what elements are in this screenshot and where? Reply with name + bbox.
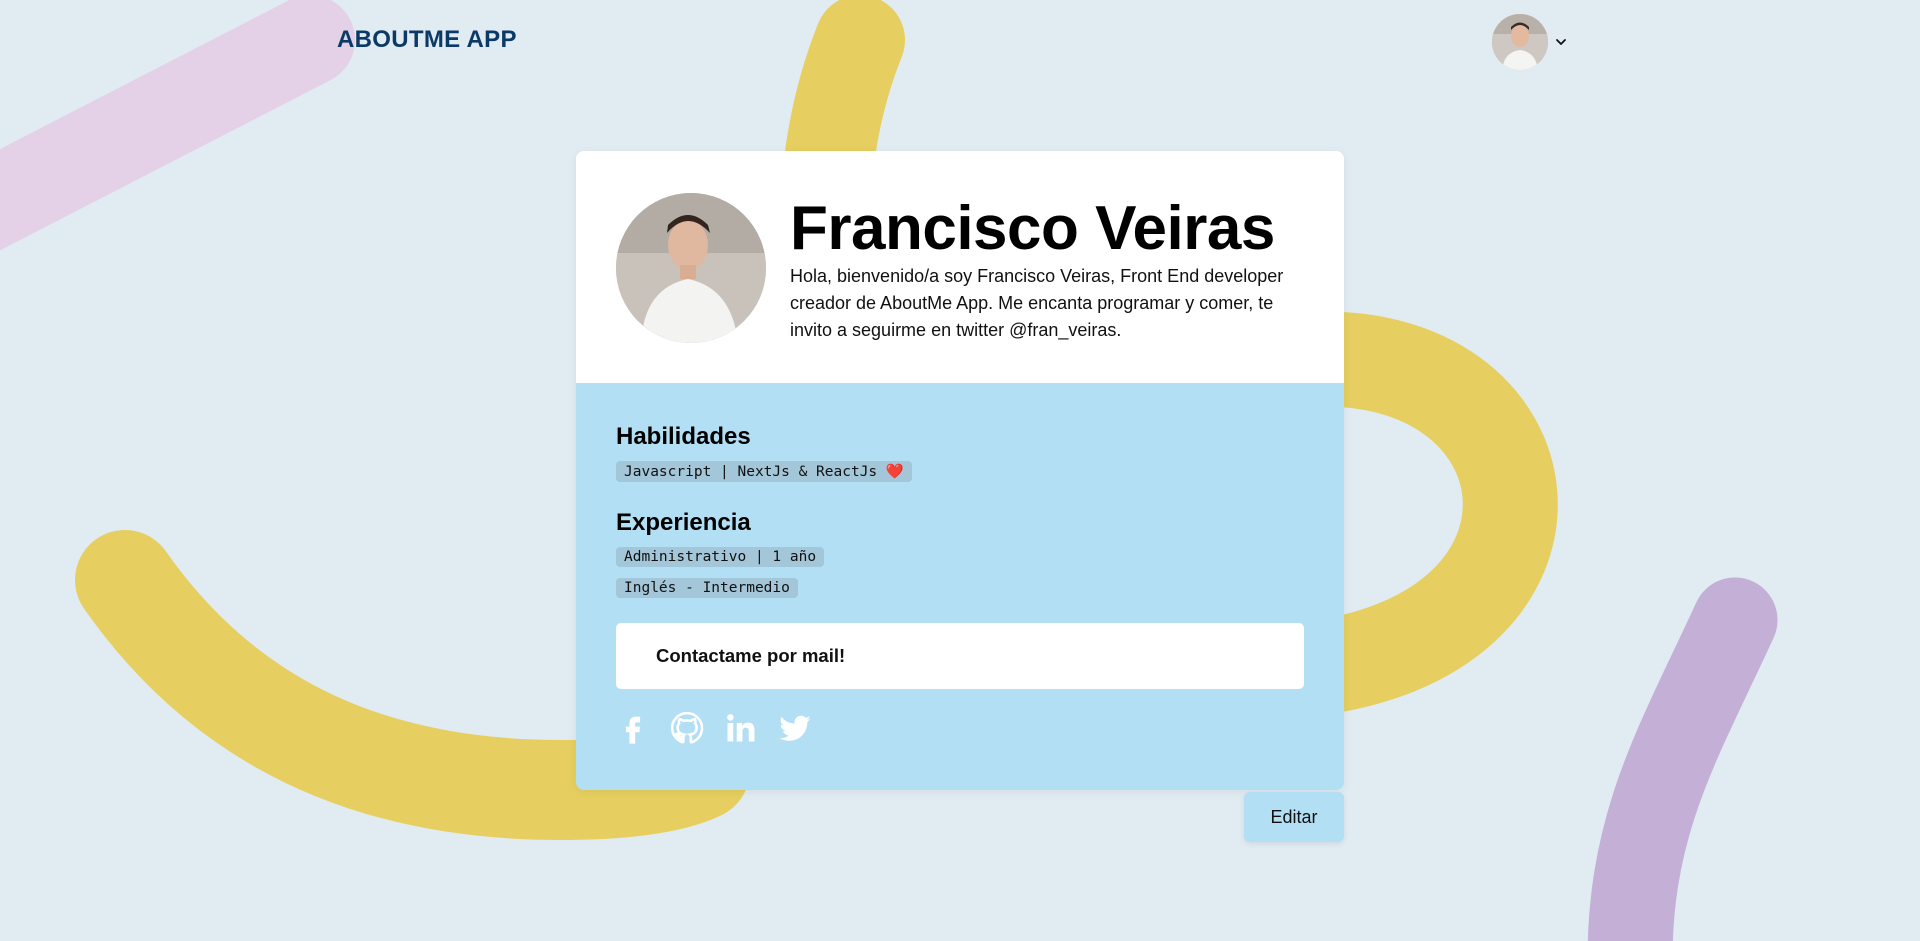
profile-photo: [616, 193, 766, 343]
skill-tag-text: Javascript | NextJs & ReactJs: [624, 464, 886, 480]
edit-button[interactable]: Editar: [1244, 792, 1344, 842]
profile-details: Habilidades Javascript | NextJs & ReactJ…: [576, 383, 1344, 790]
contact-mail-button[interactable]: Contactame por mail!: [616, 623, 1304, 689]
experience-title: Experiencia: [616, 509, 751, 536]
profile-bio: Hola, bienvenido/a soy Francisco Veiras,…: [790, 266, 1284, 340]
profile-card: Francisco Veiras Hola, bienvenido/a soy …: [576, 151, 1344, 790]
social-links: [616, 711, 1304, 745]
skills-title: Habilidades: [616, 423, 751, 450]
app-title[interactable]: ABOUTME APP: [337, 26, 517, 54]
avatar[interactable]: [1492, 14, 1548, 70]
experience-tag: Administrativo | 1 año: [616, 547, 825, 567]
experience-tag: Inglés - Intermedio: [616, 578, 798, 598]
github-icon[interactable]: [670, 711, 704, 745]
profile-header: Francisco Veiras Hola, bienvenido/a soy …: [576, 151, 1344, 383]
skill-tag: Javascript | NextJs & ReactJs ❤️: [616, 461, 912, 482]
linkedin-icon[interactable]: [724, 711, 758, 745]
user-menu[interactable]: [1492, 14, 1568, 70]
heart-emoji: ❤️: [885, 464, 904, 480]
chevron-down-icon[interactable]: [1554, 35, 1568, 49]
profile-name: Francisco Veiras: [790, 194, 1275, 263]
facebook-icon[interactable]: [616, 711, 650, 745]
twitter-icon[interactable]: [778, 711, 812, 745]
